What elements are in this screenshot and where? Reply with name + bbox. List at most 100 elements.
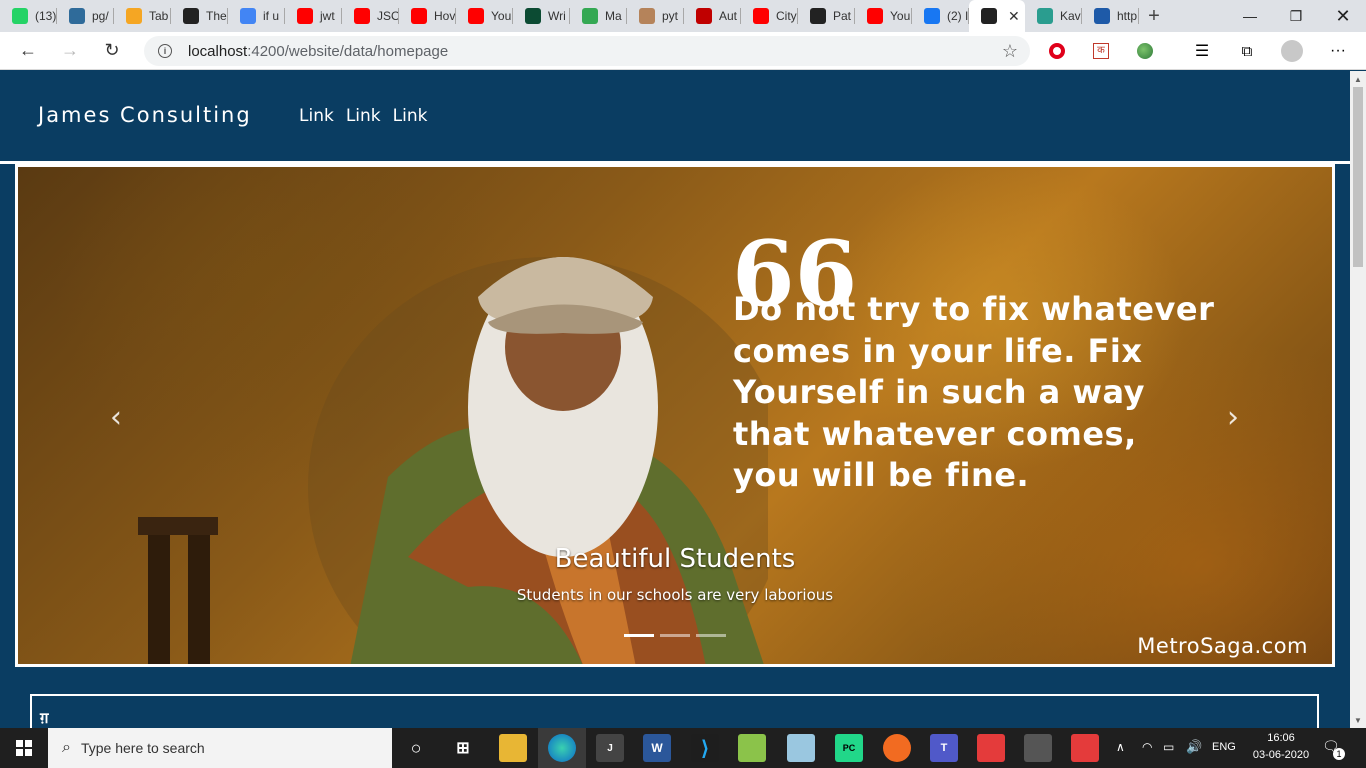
photos-icon[interactable] <box>787 734 815 762</box>
collections-icon[interactable]: ⧉ <box>1235 39 1259 63</box>
tab-label: You <box>491 9 512 23</box>
forward-arrow-icon[interactable]: → <box>49 32 91 70</box>
youtube-icon <box>468 8 484 24</box>
whatsapp-icon <box>12 8 28 24</box>
reading-list-icon[interactable]: ☰ <box>1190 39 1214 63</box>
page-scrollbar[interactable]: ▲ ▼ <box>1350 71 1366 728</box>
tab-label: You <box>890 9 911 23</box>
browser-tab[interactable]: Kav <box>1025 0 1082 32</box>
opera-extension-icon[interactable] <box>1045 39 1069 63</box>
carousel-prev-control[interactable]: ‹ <box>101 397 131 437</box>
browser-tab[interactable]: City <box>741 0 798 32</box>
scroll-down-arrow-icon[interactable]: ▼ <box>1350 712 1366 728</box>
browser-tab[interactable]: ✕ <box>969 0 1025 32</box>
tab-label: Tab <box>149 9 169 23</box>
youtube-icon <box>354 8 370 24</box>
tab-label: pyt <box>662 9 679 23</box>
clock-time[interactable]: 16:06 <box>1263 732 1299 744</box>
angular-icon <box>810 8 826 24</box>
file-explorer-icon[interactable] <box>499 734 527 762</box>
dots-icon <box>696 8 712 24</box>
git-gui-icon[interactable] <box>1071 734 1099 762</box>
scroll-thumb[interactable] <box>1353 87 1363 267</box>
profile-avatar[interactable] <box>1280 39 1304 63</box>
taskbar-search-box[interactable]: ⌕ Type here to search <box>48 728 392 768</box>
volume-icon[interactable]: 🔊 <box>1186 739 1202 755</box>
carousel-indicator[interactable] <box>660 634 690 637</box>
browser-tab[interactable]: pyt <box>627 0 684 32</box>
browser-toolbar: ← → ↻ i localhost:4200/website/data/home… <box>0 32 1366 70</box>
browser-tab[interactable]: Tab <box>114 0 171 32</box>
language-indicator[interactable]: ENG <box>1212 741 1236 753</box>
favorite-star-icon[interactable]: ☆ <box>1002 41 1018 62</box>
cortana-icon[interactable]: ○ <box>402 734 430 762</box>
tray-chevron-icon[interactable]: ∧ <box>1116 740 1125 754</box>
teams-icon[interactable]: T <box>930 734 958 762</box>
carousel-indicator[interactable] <box>696 634 726 637</box>
back-arrow-icon[interactable]: ← <box>7 32 49 70</box>
browser-tab[interactable]: jwt <box>285 0 342 32</box>
web-page: James Consulting Link Link Link 66 Do not … <box>0 71 1350 728</box>
browser-tab[interactable]: You <box>456 0 513 32</box>
site-navbar: James Consulting Link Link Link <box>0 71 1350 161</box>
battery-icon[interactable]: ▭ <box>1163 740 1174 754</box>
globe-extension-icon[interactable] <box>1133 39 1157 63</box>
new-tab-button[interactable]: + <box>1139 0 1169 32</box>
browser-tab[interactable]: The <box>171 0 228 32</box>
caption-text: Students in our schools are very laborio… <box>516 586 834 604</box>
close-tab-icon[interactable]: ✕ <box>1008 8 1020 25</box>
browser-tab[interactable]: JSO <box>342 0 399 32</box>
clock-date[interactable]: 03-06-2020 <box>1248 749 1314 761</box>
tab-label: pg/ <box>92 9 109 23</box>
browser-tab[interactable]: Ma <box>570 0 627 32</box>
browser-tab[interactable]: pg/ <box>57 0 114 32</box>
quote-line: you will be fine. <box>733 456 1030 494</box>
browser-tab[interactable]: Wri <box>513 0 570 32</box>
settings-more-icon[interactable]: ··· <box>1326 39 1350 63</box>
tab-label: City <box>776 9 797 23</box>
browser-tab[interactable]: Hov <box>399 0 456 32</box>
windows-start-icon[interactable] <box>0 728 48 768</box>
browser-tab[interactable]: Pat <box>798 0 855 32</box>
pycharm-icon[interactable]: PC <box>835 734 863 762</box>
carousel-indicator[interactable] <box>624 634 654 637</box>
git-icon[interactable] <box>977 734 1005 762</box>
site-brand[interactable]: James Consulting <box>38 103 252 127</box>
hindi-extension-icon[interactable]: क <box>1089 39 1113 63</box>
browser-tab[interactable]: You <box>855 0 912 32</box>
browser-tab[interactable]: Aut <box>684 0 741 32</box>
scroll-up-arrow-icon[interactable]: ▲ <box>1350 71 1366 87</box>
edge-browser-icon[interactable] <box>548 734 576 762</box>
close-window-button[interactable]: ✕ <box>1320 0 1366 32</box>
cube-icon <box>1094 8 1110 24</box>
bookmark-icon <box>1037 8 1053 24</box>
nav-link[interactable]: Link <box>346 106 381 126</box>
minimize-button[interactable]: — <box>1227 0 1273 32</box>
facebook-icon <box>924 8 940 24</box>
postman-icon[interactable] <box>883 734 911 762</box>
browser-tab[interactable]: (13) <box>0 0 57 32</box>
browser-tab[interactable]: http <box>1082 0 1139 32</box>
youtube-icon <box>867 8 883 24</box>
nav-link[interactable]: Link <box>299 106 334 126</box>
browser-tab[interactable]: if u <box>228 0 285 32</box>
carousel-next-control[interactable]: › <box>1218 397 1248 437</box>
nav-link[interactable]: Link <box>393 106 428 126</box>
maximize-button[interactable]: ❐ <box>1273 0 1319 32</box>
refresh-icon[interactable]: ↻ <box>91 32 133 70</box>
card-text: ग़ <box>40 709 49 727</box>
notepad-icon[interactable] <box>738 734 766 762</box>
wifi-icon[interactable]: ◠ <box>1142 740 1152 754</box>
info-icon[interactable]: i <box>158 44 172 58</box>
address-bar[interactable]: i localhost:4200/website/data/homepage ☆ <box>144 36 1030 66</box>
task-view-icon[interactable]: ⊞ <box>449 734 477 762</box>
terminal-icon[interactable] <box>1024 734 1052 762</box>
java-app-icon[interactable]: J <box>596 734 624 762</box>
word-icon[interactable]: W <box>643 734 671 762</box>
image-carousel[interactable]: 66 Do not try to fix whatever comes in yo… <box>15 164 1335 667</box>
nav-links: Link Link Link <box>299 106 427 126</box>
taskbar-search-placeholder: Type here to search <box>80 740 205 756</box>
quote-text: Do not try to fix whatever comes in your … <box>733 289 1313 497</box>
browser-tab[interactable]: (2) I <box>912 0 969 32</box>
vscode-icon[interactable]: ⟩ <box>691 734 719 762</box>
